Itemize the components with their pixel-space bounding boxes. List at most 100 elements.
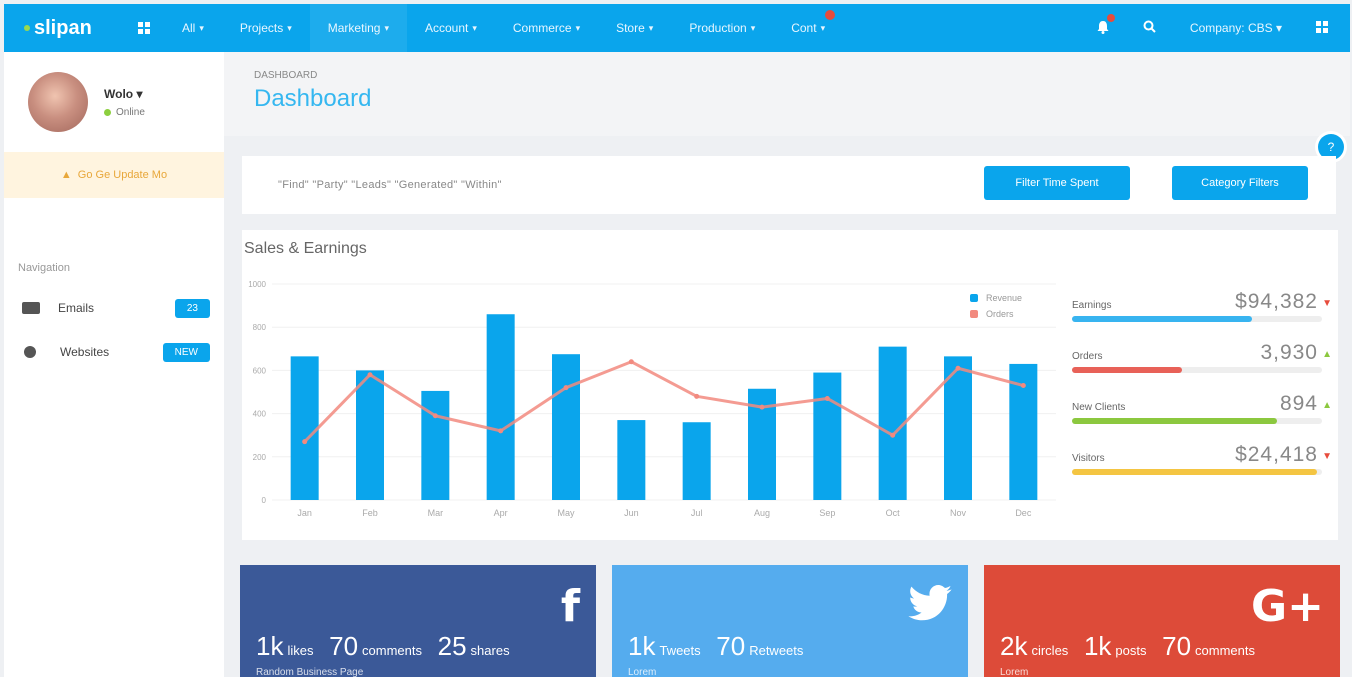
facebook-card[interactable]: f 1k likes 70 comments 25 shares Random Bus… xyxy=(240,565,596,677)
notification-count-badge xyxy=(1106,13,1115,22)
bar-revenue-jul xyxy=(682,422,711,500)
google-plus-icon: G+ xyxy=(1251,581,1324,632)
bar-revenue-mar xyxy=(421,390,450,500)
x-tick-label: Dec xyxy=(1015,508,1032,518)
stat-label: Visitors xyxy=(1072,453,1105,464)
stat-progress-fill xyxy=(1072,316,1252,322)
menu-store[interactable]: Store ▾ xyxy=(598,4,671,52)
filter-bar: "Find" "Party" "Leads" "Generated" "With… xyxy=(242,156,1336,214)
gp-subtitle: Lorem xyxy=(1000,667,1029,677)
x-tick-label: Sep xyxy=(819,508,835,518)
menu-production[interactable]: Production ▾ xyxy=(671,4,773,52)
stat-progress-track xyxy=(1072,469,1322,475)
search-icon[interactable] xyxy=(1143,20,1156,36)
orders-point xyxy=(628,359,634,365)
nav-section-title: Navigation xyxy=(18,262,70,274)
fb-comments-value: 70 xyxy=(329,631,359,661)
y-tick-label: 400 xyxy=(253,410,267,419)
menu-all[interactable]: All ▾ xyxy=(164,4,222,52)
gp-posts-value: 1k xyxy=(1083,631,1112,661)
fb-shares-value: 25 xyxy=(437,631,467,661)
main-menu: All ▾ Projects ▾ Marketing ▾ Account ▾ Comme… xyxy=(164,4,843,52)
gp-posts-label: posts xyxy=(1115,643,1147,658)
company-selector[interactable]: Company: CBS ▾ xyxy=(1190,21,1282,35)
x-tick-label: Jun xyxy=(624,508,639,518)
avatar[interactable] xyxy=(28,72,88,132)
gp-circles-label: circles xyxy=(1031,643,1069,658)
stat-value: $24,418 xyxy=(1235,443,1318,466)
bar-revenue-may xyxy=(552,354,580,500)
orders-point xyxy=(890,432,896,438)
sidebar-item-emails[interactable]: Emails 23 xyxy=(4,286,224,330)
user-profile[interactable]: Wolo ▾ Online xyxy=(4,52,224,152)
brand-logo[interactable]: slipan xyxy=(4,17,124,40)
stat-progress-track xyxy=(1072,367,1322,373)
menu-marketing[interactable]: Marketing ▾ xyxy=(309,4,407,52)
gp-comments-value: 70 xyxy=(1162,631,1192,661)
stat-progress-track xyxy=(1072,316,1322,322)
filter-query-text[interactable]: "Find" "Party" "Leads" "Generated" "With… xyxy=(278,179,502,191)
stat-value: $94,382 xyxy=(1235,290,1318,313)
menu-notification-badge xyxy=(825,10,836,20)
emails-count-badge: 23 xyxy=(174,298,210,318)
filter-time-button[interactable]: Filter Time Spent xyxy=(984,166,1130,200)
google-plus-card[interactable]: G+ 2k circles 1k posts 70 comments Lorem xyxy=(984,565,1340,677)
orders-line xyxy=(303,360,1024,443)
chevron-down-icon: ▾ xyxy=(820,22,826,33)
arrow-down-icon: ▼ xyxy=(1322,298,1332,309)
warning-icon: ▲ xyxy=(60,169,72,181)
x-tick-label: May xyxy=(557,508,575,518)
user-status: Online xyxy=(116,106,145,118)
menu-projects[interactable]: Projects ▾ xyxy=(222,4,310,52)
legend-swatch xyxy=(970,294,978,302)
x-tick-label: Mar xyxy=(428,508,444,518)
settings-grid-icon[interactable] xyxy=(1316,20,1328,36)
stat-earnings: Earnings $94,382 ▼ xyxy=(1072,288,1334,339)
y-tick-label: 600 xyxy=(253,366,267,375)
category-filters-button[interactable]: Category Filters xyxy=(1172,166,1308,200)
x-tick-label: Feb xyxy=(362,508,378,518)
bar-revenue-jan xyxy=(290,356,319,500)
chevron-down-icon: ▾ xyxy=(750,22,756,33)
fb-subtitle: Random Business Page xyxy=(256,667,364,677)
x-tick-label: Nov xyxy=(950,508,967,518)
orders-point xyxy=(367,372,373,378)
arrow-up-icon: ▲ xyxy=(1322,400,1332,411)
facebook-icon: f xyxy=(560,581,580,632)
sidebar-item-websites[interactable]: Websites NEW xyxy=(4,330,224,374)
notifications-bell-icon[interactable] xyxy=(1097,13,1115,37)
tw-retweets-label: Retweets xyxy=(749,643,804,658)
stat-label: Earnings xyxy=(1072,300,1112,311)
sidebar-item-label: Websites xyxy=(60,345,110,359)
bar-revenue-feb xyxy=(356,370,384,500)
envelope-icon xyxy=(22,302,40,314)
chevron-down-icon: ▾ xyxy=(287,22,292,33)
menu-cont[interactable]: Cont ▾ xyxy=(773,4,843,52)
card-title: Sales & Earnings xyxy=(244,240,367,257)
apps-grid-icon[interactable] xyxy=(124,22,164,34)
y-tick-label: 200 xyxy=(253,453,267,462)
menu-commerce[interactable]: Commerce ▾ xyxy=(495,4,598,52)
twitter-card[interactable]: 1k Tweets 70 Retweets Lorem xyxy=(612,565,968,677)
tw-tweets-value: 1k xyxy=(628,631,656,661)
legend-item-revenue: Revenue xyxy=(970,290,1022,306)
chevron-down-icon: ▾ xyxy=(199,22,204,33)
orders-point xyxy=(432,413,438,419)
update-warning[interactable]: ▲ Go Ge Update Mo xyxy=(4,152,224,198)
menu-account[interactable]: Account ▾ xyxy=(407,4,495,52)
bar-revenue-sep xyxy=(813,372,842,500)
y-tick-label: 1000 xyxy=(248,280,266,289)
sidebar: Wolo ▾ Online ▲ Go Ge Update Mo Navigati… xyxy=(4,52,224,677)
chevron-down-icon: ▾ xyxy=(136,86,143,101)
stat-progress-fill xyxy=(1072,367,1182,373)
arrow-down-icon: ▼ xyxy=(1322,451,1332,462)
arrow-up-icon: ▲ xyxy=(1322,349,1332,360)
orders-point xyxy=(824,395,830,401)
tw-subtitle: Lorem xyxy=(628,667,657,677)
brand-name: slipan xyxy=(34,16,92,39)
stat-progress-fill xyxy=(1072,469,1317,475)
bar-revenue-jun xyxy=(617,420,646,500)
x-tick-label: Jan xyxy=(297,508,312,518)
fb-shares-label: shares xyxy=(470,643,510,658)
bar-revenue-apr xyxy=(486,314,515,500)
